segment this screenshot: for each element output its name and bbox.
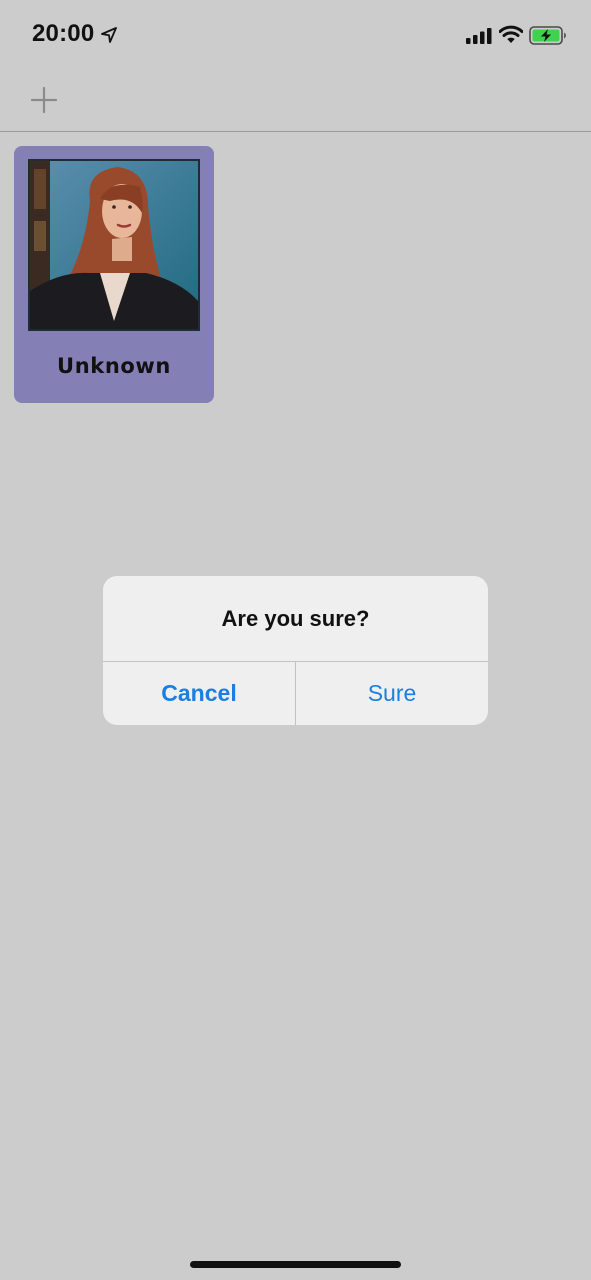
battery-charging-icon	[529, 26, 566, 45]
profile-card[interactable]: Unknown	[14, 146, 214, 403]
status-bar: 20:00	[0, 0, 591, 70]
plus-icon	[30, 86, 58, 114]
status-time: 20:00	[32, 20, 95, 47]
dialog-title: Are you sure?	[221, 606, 370, 631]
confirm-dialog: Are you sure? Cancel Sure	[103, 576, 488, 725]
navigation-bar	[0, 70, 591, 132]
home-indicator[interactable]	[190, 1261, 401, 1268]
card-name: Unknown	[57, 354, 171, 378]
cancel-button[interactable]: Cancel	[103, 662, 295, 725]
profile-photo	[28, 159, 200, 331]
cellular-signal-icon	[466, 28, 492, 44]
location-arrow-icon	[101, 27, 117, 43]
sure-button[interactable]: Sure	[296, 662, 488, 725]
wifi-icon	[499, 25, 523, 43]
add-button[interactable]	[28, 84, 60, 116]
